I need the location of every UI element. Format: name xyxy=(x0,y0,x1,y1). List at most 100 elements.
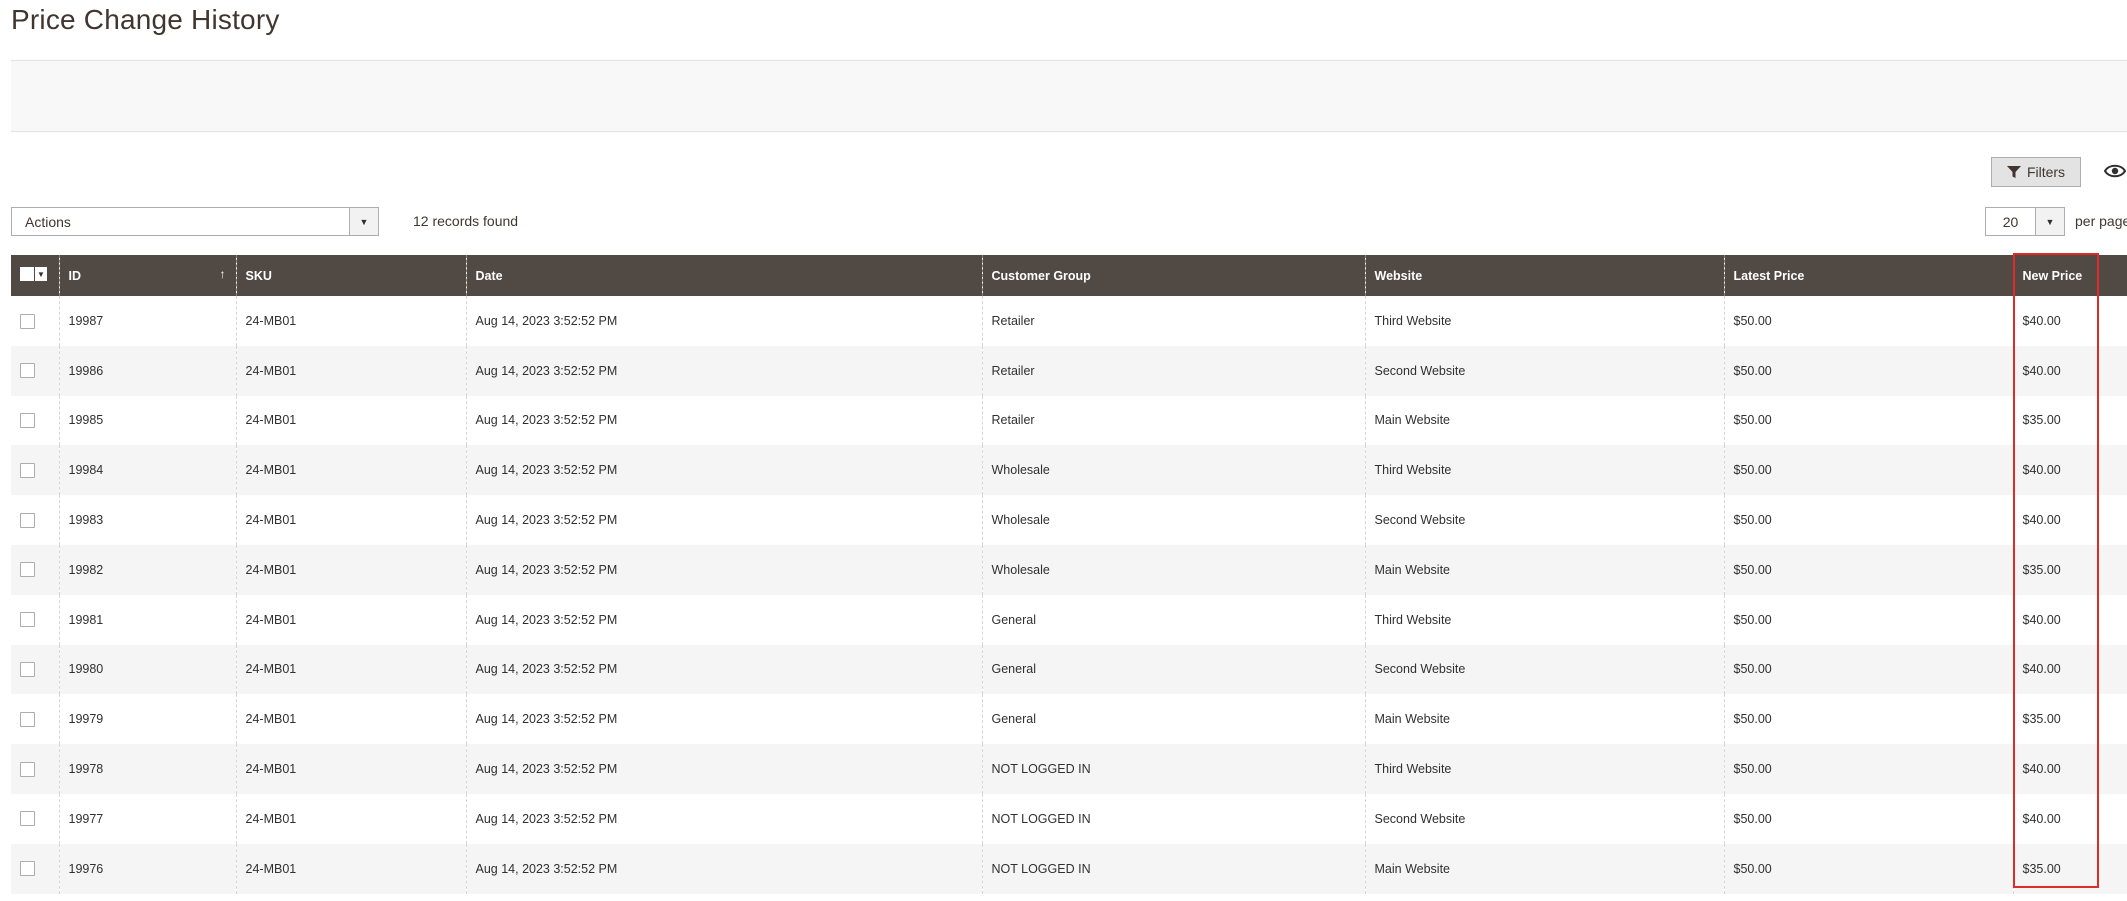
sku-cell: 24-MB01 xyxy=(236,395,467,446)
website-cell: Third Website xyxy=(1365,445,1725,496)
column-header-latest-price[interactable]: Latest Price xyxy=(1724,255,2014,296)
customer-group-cell: NOT LOGGED IN xyxy=(982,843,1366,894)
price-history-grid: ▼ ID ↑ SKU Date Customer Group Website L… xyxy=(11,255,2127,894)
per-page-value: 20 xyxy=(2002,213,2019,230)
row-checkbox[interactable] xyxy=(20,363,35,379)
table-row[interactable]: 19984 24-MB01 Aug 14, 2023 3:52:52 PM Whole… xyxy=(11,445,2127,496)
table-row[interactable]: 19979 24-MB01 Aug 14, 2023 3:52:52 PM Gener… xyxy=(11,694,2127,745)
row-checkbox[interactable] xyxy=(20,811,35,827)
column-label: Date xyxy=(475,268,503,283)
latest-price-cell: $50.00 xyxy=(1724,694,2014,745)
row-checkbox[interactable] xyxy=(20,761,35,777)
id-cell: 19978 xyxy=(59,744,237,794)
website-cell: Third Website xyxy=(1365,744,1725,794)
id-cell: 19979 xyxy=(59,694,237,745)
sku-cell: 24-MB01 xyxy=(236,445,467,496)
sku-cell: 24-MB01 xyxy=(236,495,467,545)
sku-cell: 24-MB01 xyxy=(236,694,467,745)
date-cell: Aug 14, 2023 3:52:52 PM xyxy=(466,345,983,396)
records-count: 12 records found xyxy=(413,213,519,229)
column-header-date[interactable]: Date xyxy=(466,255,983,296)
table-row[interactable]: 19980 24-MB01 Aug 14, 2023 3:52:52 PM Gener… xyxy=(11,644,2127,695)
eye-icon[interactable] xyxy=(2104,163,2126,179)
row-checkbox[interactable] xyxy=(20,562,35,578)
website-cell: Second Website xyxy=(1365,495,1725,545)
row-checkbox[interactable] xyxy=(20,711,35,727)
date-cell: Aug 14, 2023 3:52:52 PM xyxy=(466,793,983,844)
date-cell: Aug 14, 2023 3:52:52 PM xyxy=(466,644,983,695)
row-select-cell xyxy=(11,793,60,844)
sku-cell: 24-MB01 xyxy=(236,744,467,794)
table-row[interactable]: 19977 24-MB01 Aug 14, 2023 3:52:52 PM NOT L… xyxy=(11,793,2127,844)
date-cell: Aug 14, 2023 3:52:52 PM xyxy=(466,495,983,545)
page-title: Price Change History xyxy=(11,4,280,35)
row-select-cell xyxy=(11,395,60,446)
latest-price-cell: $50.00 xyxy=(1724,395,2014,446)
new-price-cell: $40.00 xyxy=(2013,445,2127,496)
grid-body: 19987 24-MB01 Aug 14, 2023 3:52:52 PM Retai… xyxy=(11,296,2127,894)
latest-price-cell: $50.00 xyxy=(1724,495,2014,545)
column-label: New Price xyxy=(2022,268,2083,283)
latest-price-cell: $50.00 xyxy=(1724,594,2014,645)
filters-button[interactable]: Filters xyxy=(1991,157,2081,187)
sku-cell: 24-MB01 xyxy=(236,843,467,894)
id-cell: 19986 xyxy=(59,345,237,396)
row-checkbox[interactable] xyxy=(20,861,35,877)
date-cell: Aug 14, 2023 3:52:52 PM xyxy=(466,395,983,446)
column-header-id[interactable]: ID ↑ xyxy=(59,255,237,296)
table-row[interactable]: 19976 24-MB01 Aug 14, 2023 3:52:52 PM NOT L… xyxy=(11,843,2127,894)
table-row[interactable]: 19982 24-MB01 Aug 14, 2023 3:52:52 PM Whole… xyxy=(11,544,2127,595)
table-row[interactable]: 19983 24-MB01 Aug 14, 2023 3:52:52 PM Whole… xyxy=(11,495,2127,545)
row-checkbox[interactable] xyxy=(20,662,35,678)
table-row[interactable]: 19978 24-MB01 Aug 14, 2023 3:52:52 PM NOT L… xyxy=(11,744,2127,794)
funnel-icon xyxy=(2006,166,2021,178)
latest-price-cell: $50.00 xyxy=(1724,296,2014,346)
customer-group-cell: Retailer xyxy=(982,296,1366,346)
row-checkbox[interactable] xyxy=(20,512,35,528)
chevron-down-icon: ▼ xyxy=(349,208,378,235)
latest-price-cell: $50.00 xyxy=(1724,644,2014,695)
row-select-cell xyxy=(11,296,60,346)
mass-select-checkbox[interactable]: ▼ xyxy=(20,267,47,281)
table-row[interactable]: 19981 24-MB01 Aug 14, 2023 3:52:52 PM Gener… xyxy=(11,594,2127,645)
sku-cell: 24-MB01 xyxy=(236,544,467,595)
actions-dropdown[interactable]: Actions ▼ xyxy=(11,207,379,236)
column-header-customer-group[interactable]: Customer Group xyxy=(982,255,1366,296)
sku-cell: 24-MB01 xyxy=(236,345,467,396)
website-cell: Second Website xyxy=(1365,793,1725,844)
table-row[interactable]: 19986 24-MB01 Aug 14, 2023 3:52:52 PM Retai… xyxy=(11,345,2127,396)
column-header-sku[interactable]: SKU xyxy=(236,255,467,296)
customer-group-cell: General xyxy=(982,594,1366,645)
column-header-new-price[interactable]: New Price xyxy=(2013,255,2127,296)
latest-price-cell: $50.00 xyxy=(1724,843,2014,894)
per-page-label: per page xyxy=(2075,213,2127,229)
page-actions-bar xyxy=(11,60,2127,132)
per-page-select[interactable]: 20 ▼ xyxy=(1985,207,2065,236)
filters-button-label: Filters xyxy=(2026,164,2066,180)
new-price-cell: $40.00 xyxy=(2013,793,2127,844)
mass-select-header[interactable]: ▼ xyxy=(11,255,60,296)
row-select-cell xyxy=(11,843,60,894)
latest-price-cell: $50.00 xyxy=(1724,345,2014,396)
table-row[interactable]: 19985 24-MB01 Aug 14, 2023 3:52:52 PM Retai… xyxy=(11,395,2127,446)
table-row[interactable]: 19987 24-MB01 Aug 14, 2023 3:52:52 PM Retai… xyxy=(11,296,2127,346)
customer-group-cell: Wholesale xyxy=(982,495,1366,545)
column-label: Customer Group xyxy=(991,268,1091,283)
customer-group-cell: NOT LOGGED IN xyxy=(982,793,1366,844)
row-checkbox[interactable] xyxy=(20,313,35,329)
customer-group-cell: Wholesale xyxy=(982,445,1366,496)
id-cell: 19980 xyxy=(59,644,237,695)
latest-price-cell: $50.00 xyxy=(1724,744,2014,794)
column-header-website[interactable]: Website xyxy=(1365,255,1725,296)
sku-cell: 24-MB01 xyxy=(236,793,467,844)
row-checkbox[interactable] xyxy=(20,612,35,628)
row-checkbox[interactable] xyxy=(20,413,35,429)
row-select-cell xyxy=(11,445,60,496)
website-cell: Main Website xyxy=(1365,694,1725,745)
customer-group-cell: Retailer xyxy=(982,395,1366,446)
row-checkbox[interactable] xyxy=(20,462,35,478)
row-select-cell xyxy=(11,495,60,545)
date-cell: Aug 14, 2023 3:52:52 PM xyxy=(466,445,983,496)
sku-cell: 24-MB01 xyxy=(236,296,467,346)
new-price-cell: $40.00 xyxy=(2013,594,2127,645)
